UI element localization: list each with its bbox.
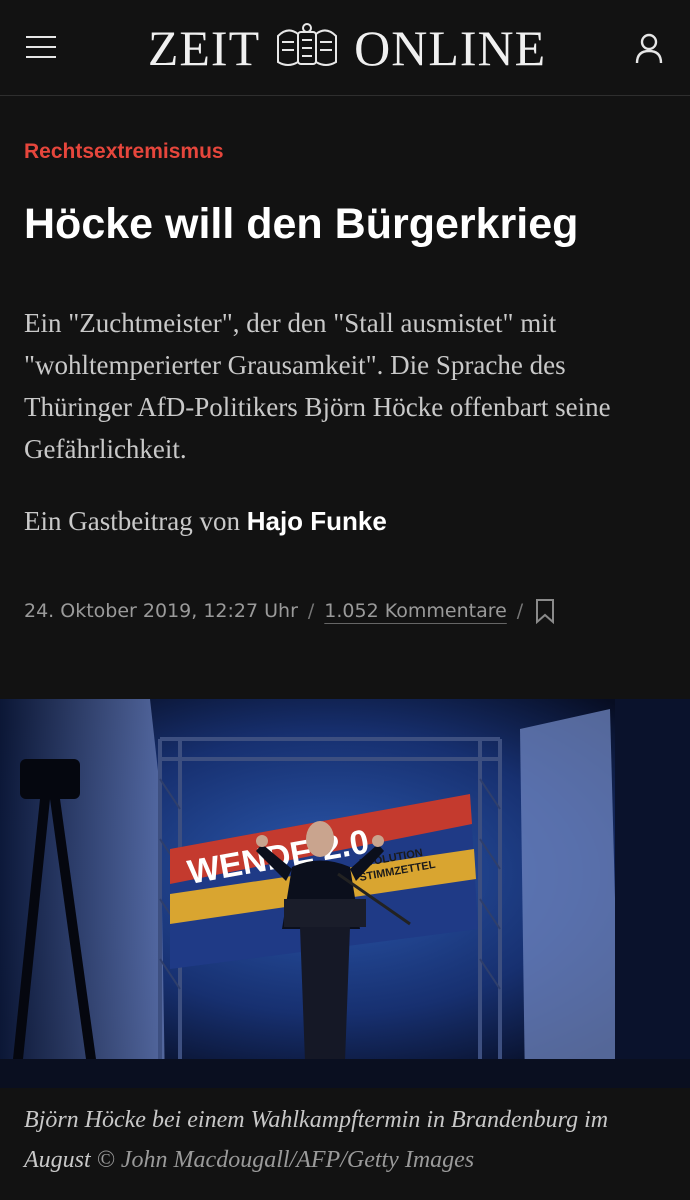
article-byline: Ein Gastbeitrag von Hajo Funke — [24, 506, 387, 537]
article-headline: Höcke will den Bürgerkrieg — [24, 200, 579, 248]
author-link[interactable]: Hajo Funke — [247, 506, 387, 536]
comments-link[interactable]: 1.052 Kommentare — [324, 600, 507, 622]
article-lead: Ein "Zuchtmeister", der den "Stall ausmi… — [24, 308, 611, 464]
stage-scene-image: WENDE 2.0 EVOLUTION STIMMZETTEL — [0, 699, 690, 1088]
byline-prefix: Ein Gastbeitrag von — [24, 506, 240, 536]
meta-separator: / — [516, 600, 524, 622]
article-category[interactable]: Rechtsextremismus — [24, 140, 224, 164]
meta-separator: / — [307, 600, 315, 622]
site-logo[interactable]: ZEIT ONLINE — [118, 20, 576, 76]
logo-text-online: ONLINE — [354, 20, 547, 76]
user-icon[interactable] — [634, 32, 664, 64]
bookmark-icon[interactable] — [535, 598, 555, 624]
eagle-crest-icon — [277, 23, 338, 66]
photo-credit: © John Macdougall/AFP/Getty Images — [96, 1147, 475, 1173]
publish-date: 24. Oktober 2019, 12:27 Uhr — [24, 600, 298, 622]
hamburger-menu-icon[interactable] — [26, 36, 58, 60]
article-photo: WENDE 2.0 EVOLUTION STIMMZETTEL — [0, 699, 690, 1088]
photo-caption: Björn Höcke bei einem Wahlkampftermin in… — [24, 1100, 664, 1180]
article-meta: 24. Oktober 2019, 12:27 Uhr / 1.052 Komm… — [24, 598, 555, 624]
logo-text-zeit: ZEIT — [147, 20, 261, 76]
site-header: ZEIT ONLINE — [0, 0, 690, 96]
